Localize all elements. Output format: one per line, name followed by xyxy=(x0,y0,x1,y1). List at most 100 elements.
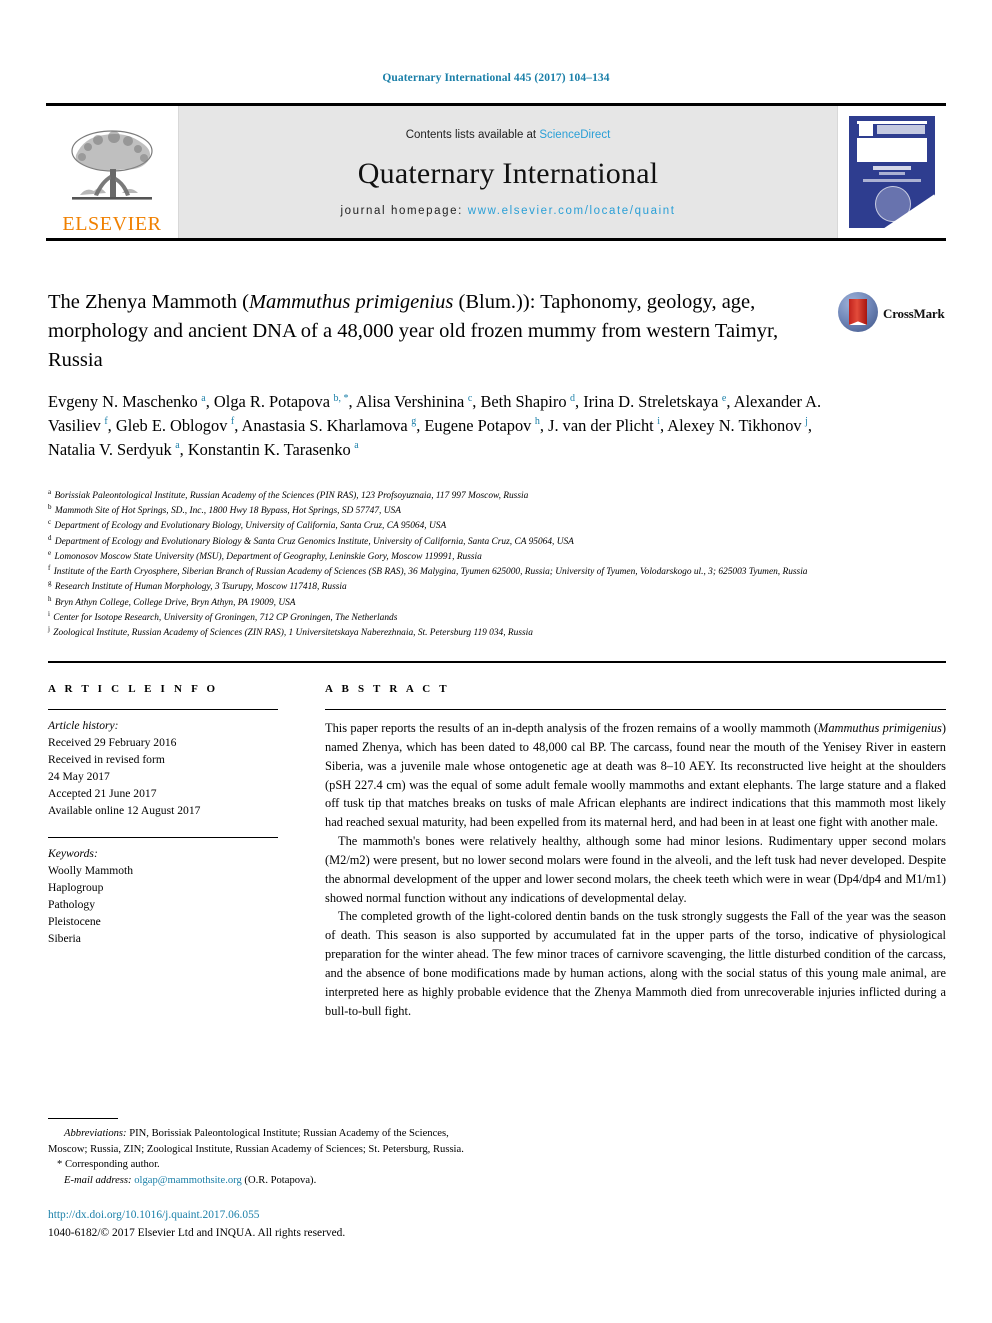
author-name: Alisa Vershinina xyxy=(355,392,465,411)
journal-masthead: ELSEVIER Contents lists available at Sci… xyxy=(46,103,946,241)
crossmark-icon xyxy=(838,292,878,332)
author-list: Evgeny N. Maschenko a, Olga R. Potapova … xyxy=(48,392,822,459)
elsevier-tree-icon xyxy=(71,130,153,200)
corresponding-author-note: * Corresponding author. xyxy=(48,1157,468,1173)
affiliation-item: d Department of Ecology and Evolutionary… xyxy=(48,533,574,547)
copyright-line: 1040-6182/© 2017 Elsevier Ltd and INQUA.… xyxy=(48,1227,346,1239)
author-affiliation-mark: d xyxy=(567,392,576,404)
abbreviations-note: Abbreviations: PIN, Borissiak Paleontolo… xyxy=(48,1126,468,1157)
journal-cover-container xyxy=(837,106,946,238)
article-history: Article history: Received 29 February 20… xyxy=(48,717,280,819)
keywords-label: Keywords: xyxy=(48,847,98,861)
footnote-divider xyxy=(48,1118,118,1119)
author-name: Anastasia S. Kharlamova xyxy=(241,415,408,435)
abstract-paragraph: The completed growth of the light-colore… xyxy=(325,907,946,1020)
journal-cover-thumbnail xyxy=(849,116,935,228)
abstract-text: The mammoth's bones were relatively heal… xyxy=(325,834,946,905)
affiliation-mark: e xyxy=(48,548,52,557)
abstract-species-name: Mammuthus primigenius xyxy=(818,721,942,735)
corresponding-author-text: Corresponding author. xyxy=(64,1159,160,1171)
section-divider xyxy=(48,661,946,663)
abstract-text: ) named Zhenya, which has been dated to … xyxy=(325,721,946,830)
article-info-rule xyxy=(48,709,278,710)
author-affiliation-mark: f xyxy=(228,416,235,428)
author-affiliation-mark: i xyxy=(654,416,660,428)
author-affiliation-mark: a xyxy=(172,440,180,452)
keyword-item: Haplogroup xyxy=(48,881,104,895)
author-name: Konstantin K. Tarasenko xyxy=(187,439,351,459)
affiliation-mark: j xyxy=(48,624,50,633)
masthead-center-band: Contents lists available at ScienceDirec… xyxy=(179,106,837,238)
corresponding-author-marker: * xyxy=(57,1159,63,1171)
affiliation-item: f Institute of the Earth Cryosphere, Sib… xyxy=(48,564,808,578)
affiliation-mark: h xyxy=(48,594,52,603)
article-history-items: Received 29 February 2016 Received in rev… xyxy=(48,734,280,819)
abstract-paragraph: The mammoth's bones were relatively heal… xyxy=(325,832,946,907)
crossmark-badge[interactable]: CrossMark xyxy=(838,292,945,334)
affiliation-item: e Lomonosov Moscow State University (MSU… xyxy=(48,548,482,562)
article-history-item: 24 May 2017 xyxy=(48,770,110,784)
author-affiliation-mark: a xyxy=(351,440,359,452)
sciencedirect-link[interactable]: ScienceDirect xyxy=(539,129,610,141)
author-name: J. van der Plicht xyxy=(548,415,654,435)
running-head: Quaternary International 445 (2017) 104–… xyxy=(382,72,610,84)
email-link[interactable]: olgap@mammothsite.org xyxy=(134,1175,242,1186)
article-history-label: Article history: xyxy=(48,719,119,732)
journal-homepage-line: journal homepage: www.elsevier.com/locat… xyxy=(340,205,675,217)
homepage-prefix: journal homepage: xyxy=(340,205,468,217)
elsevier-wordmark: ELSEVIER xyxy=(62,213,162,235)
author-name: Eugene Potapov xyxy=(424,415,532,435)
keyword-item: Woolly Mammoth xyxy=(48,864,134,878)
author-affiliation-mark: f xyxy=(101,416,108,428)
abstract-rule xyxy=(325,709,946,710)
author-affiliation-mark: j xyxy=(802,416,808,428)
keywords-block: Keywords: Woolly Mammoth Haplogroup Pathol… xyxy=(48,845,280,947)
journal-homepage-link[interactable]: www.elsevier.com/locate/quaint xyxy=(468,205,676,217)
title-species-name: Mammuthus primigenius xyxy=(248,291,454,313)
article-history-item: Received in revised form xyxy=(48,753,165,767)
author-affiliation-mark: g xyxy=(408,416,417,428)
affiliation-mark: g xyxy=(48,579,52,588)
contents-available-line: Contents lists available at ScienceDirec… xyxy=(406,129,611,141)
author-name: Beth Shapiro xyxy=(480,392,567,411)
doi-link[interactable]: http://dx.doi.org/10.1016/j.quaint.2017.… xyxy=(48,1209,259,1221)
email-suffix: (O.R. Potapova). xyxy=(241,1175,317,1187)
keyword-item: Siberia xyxy=(48,932,81,946)
article-first-page: Quaternary International 445 (2017) 104–… xyxy=(0,0,992,1323)
abstract-text: This paper reports the results of an in-… xyxy=(325,721,819,735)
contents-prefix: Contents lists available at xyxy=(405,129,540,141)
affiliation-mark: b xyxy=(48,503,52,512)
title-part-1: The Zhenya Mammoth ( xyxy=(48,291,249,313)
keyword-items: Woolly Mammoth Haplogroup Pathology Pleisto… xyxy=(48,862,280,947)
author-affiliation-mark: e xyxy=(719,392,727,404)
author-affiliation-mark: h xyxy=(532,416,540,428)
abstract-heading: A B S T R A C T xyxy=(325,683,450,695)
abstract-body: This paper reports the results of an in-… xyxy=(325,719,946,1021)
author-name: Evgeny N. Maschenko xyxy=(48,392,198,411)
affiliation-item: i Center for Isotope Research, Universit… xyxy=(48,609,398,623)
article-history-item: Received 29 February 2016 xyxy=(48,736,177,750)
author-name: Alexey N. Tikhonov xyxy=(667,415,802,435)
page-title: The Zhenya Mammoth (Mammuthus primigeniu… xyxy=(48,288,818,375)
author-affiliation-mark: b, * xyxy=(331,392,349,404)
article-info-heading: A R T I C L E I N F O xyxy=(48,683,219,695)
affiliation-item: b Mammoth Site of Hot Springs, SD., Inc.… xyxy=(48,503,401,517)
journal-title: Quaternary International xyxy=(357,157,659,190)
affiliation-item: g Research Institute of Human Morphology… xyxy=(48,579,347,593)
keyword-item: Pleistocene xyxy=(48,915,101,929)
affiliation-item: j Zoological Institute, Russian Academy … xyxy=(48,624,533,639)
keyword-item: Pathology xyxy=(48,898,96,912)
email-label: E-mail address: xyxy=(64,1175,132,1187)
article-history-item: Available online 12 August 2017 xyxy=(48,804,201,818)
affiliation-list: a Borissiak Paleontological Institute, R… xyxy=(48,488,848,641)
author-name: Olga R. Potapova xyxy=(213,392,331,411)
article-info-section: A R T I C L E I N F O Article history: R… xyxy=(48,683,280,947)
author-name: Natalia V. Serdyuk xyxy=(48,439,172,459)
affiliation-item: c Department of Ecology and Evolutionary… xyxy=(48,518,447,532)
abstract-section: A B S T R A C T This paper reports the r… xyxy=(325,683,946,1021)
article-history-item: Accepted 21 June 2017 xyxy=(48,787,157,801)
title-part-2: (Blum.)): xyxy=(453,291,536,313)
crossmark-label: CrossMark xyxy=(883,306,945,321)
abstract-text: The completed growth of the light-colore… xyxy=(325,909,946,1018)
elsevier-logo: ELSEVIER xyxy=(46,106,179,238)
